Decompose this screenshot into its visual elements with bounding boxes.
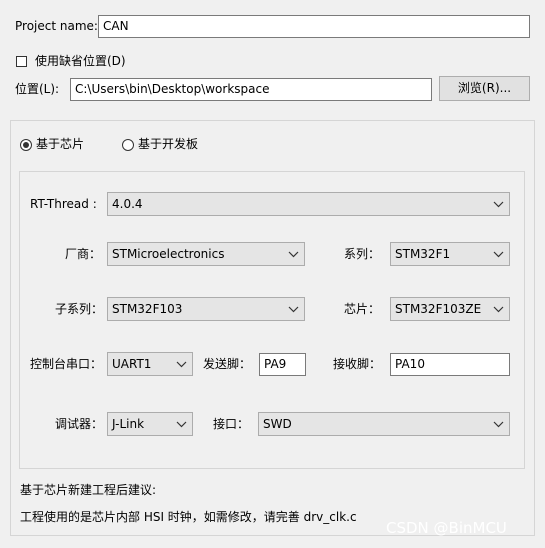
rtthread-version-value: 4.0.4: [112, 197, 143, 211]
browse-button[interactable]: 浏览(R)...: [439, 76, 530, 101]
vendor-select[interactable]: STMicroelectronics: [107, 242, 305, 266]
location-label: 位置(L):: [15, 82, 60, 96]
chip-select[interactable]: STM32F103ZE: [390, 297, 510, 321]
series-value: STM32F1: [395, 247, 451, 261]
chip-mode-label: 基于芯片: [36, 137, 85, 151]
chevron-down-icon: [288, 306, 299, 313]
chevron-down-icon: [493, 421, 504, 428]
chevron-down-icon: [176, 361, 187, 368]
csdn-watermark: CSDN @BinMCU: [386, 519, 507, 537]
board-mode-label: 基于开发板: [138, 137, 199, 151]
chip-mode-radio[interactable]: [20, 139, 32, 151]
chevron-down-icon: [288, 251, 299, 258]
series-label: 系列：: [344, 247, 381, 261]
advice-text: 工程使用的是芯片内部 HSI 时钟，如需修改，请完善 drv_clk.c: [20, 510, 357, 524]
interface-label: 接口：: [213, 417, 250, 431]
rtthread-version-select[interactable]: 4.0.4: [107, 192, 510, 216]
interface-value: SWD: [263, 417, 292, 431]
debugger-select[interactable]: J-Link: [107, 412, 193, 436]
subseries-select[interactable]: STM32F103: [107, 297, 305, 321]
rtthread-version-label: RT-Thread :: [30, 197, 97, 211]
location-input[interactable]: C:\Users\bin\Desktop\workspace: [70, 78, 432, 101]
tx-pin-input[interactable]: PA9: [259, 353, 306, 376]
debugger-value: J-Link: [112, 417, 145, 431]
console-uart-label: 控制台串口：: [30, 357, 103, 371]
vendor-value: STMicroelectronics: [112, 247, 225, 261]
project-name-input[interactable]: CAN: [98, 15, 530, 38]
subseries-value: STM32F103: [112, 302, 183, 316]
console-uart-value: UART1: [112, 357, 152, 371]
debugger-label: 调试器：: [55, 417, 104, 431]
project-name-label: Project name:: [15, 19, 98, 33]
series-select[interactable]: STM32F1: [390, 242, 510, 266]
rx-pin-label: 接收脚：: [333, 357, 382, 371]
board-mode-radio[interactable]: [122, 139, 134, 151]
subseries-label: 子系列：: [55, 302, 104, 316]
chip-value: STM32F103ZE: [395, 302, 482, 316]
chevron-down-icon: [493, 306, 504, 313]
chevron-down-icon: [493, 201, 504, 208]
console-uart-select[interactable]: UART1: [107, 352, 193, 376]
vendor-label: 厂商：: [65, 247, 102, 261]
advice-title: 基于芯片新建工程后建议:: [20, 483, 157, 497]
rx-pin-input[interactable]: PA10: [390, 353, 510, 376]
default-location-checkbox[interactable]: [16, 56, 27, 67]
tx-pin-label: 发送脚：: [203, 357, 252, 371]
chip-label: 芯片：: [344, 302, 381, 316]
interface-select[interactable]: SWD: [258, 412, 510, 436]
default-location-label: 使用缺省位置(D): [35, 54, 126, 68]
chevron-down-icon: [493, 251, 504, 258]
chevron-down-icon: [176, 421, 187, 428]
